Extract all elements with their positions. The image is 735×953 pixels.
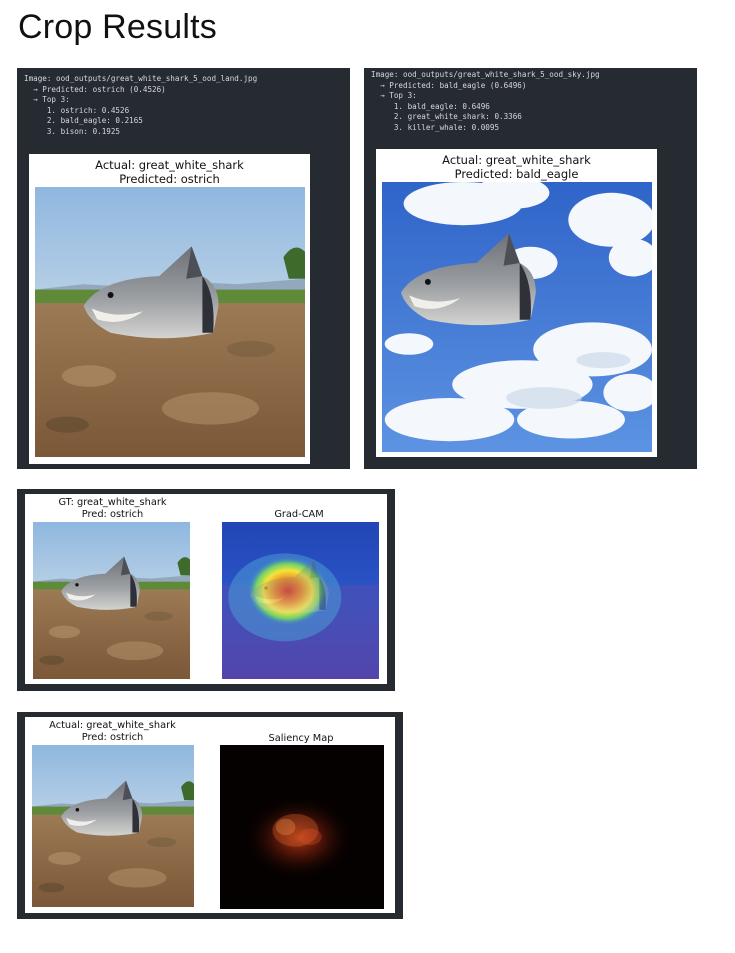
land-terminal-output: Image: ood_outputs/great_white_shark_5_o… — [24, 74, 257, 138]
term-line: Image: ood_outputs/great_white_shark_5_o… — [24, 74, 258, 83]
actual-label: Actual: great_white_shark — [95, 158, 244, 172]
page-title: Crop Results — [18, 8, 217, 46]
term-line: → Top 3: — [371, 91, 417, 101]
saliency-title: Saliency Map — [268, 733, 334, 744]
gradcam-title: Grad-CAM — [274, 509, 324, 520]
term-line: 3. bison: 0.1925 — [24, 126, 121, 136]
land-figure: Actual: great_white_shark Predicted: ost… — [29, 154, 310, 464]
saliency-panel: Actual: great_white_shark Pred: ostrich … — [17, 712, 403, 919]
land-result-panel: Image: ood_outputs/great_white_shark_5_o… — [17, 68, 350, 469]
pred-label: Pred: ostrich — [81, 509, 144, 520]
term-line: 2. bald_eagle: 0.2165 — [24, 116, 143, 126]
term-line: → Top 3: — [24, 95, 70, 105]
saliency-figure: Actual: great_white_shark Pred: ostrich … — [25, 717, 395, 913]
predicted-label: Predicted: ostrich — [119, 172, 220, 186]
gradcam-figure: GT: great_white_shark Pred: ostrich Grad… — [25, 494, 387, 684]
sky-figure: Actual: great_white_shark Predicted: bal… — [376, 149, 657, 457]
term-line: 1. bald_eagle: 0.6496 — [371, 101, 490, 111]
term-line: 1. ostrich: 0.4526 — [24, 105, 130, 115]
term-line: Image: ood_outputs/great_white_shark_5_o… — [371, 70, 600, 79]
predicted-label: Predicted: bald_eagle — [454, 167, 579, 181]
sky-shark-image — [382, 182, 652, 452]
land-shark-image — [35, 187, 305, 457]
original-image — [33, 522, 190, 679]
original-image — [32, 745, 194, 907]
actual-label: Actual: great_white_shark — [442, 153, 591, 167]
term-line: 2. great_white_shark: 0.3366 — [371, 112, 522, 122]
term-line: → Predicted: bald_eagle (0.6496) — [371, 80, 527, 90]
term-line: → Predicted: ostrich (0.4526) — [24, 84, 166, 94]
actual-label: Actual: great_white_shark — [49, 720, 176, 731]
sky-terminal-output: Image: ood_outputs/great_white_shark_5_o… — [371, 70, 600, 134]
saliency-map — [220, 745, 384, 909]
pred-label: Pred: ostrich — [81, 732, 144, 743]
term-line: 3. killer_whale: 0.0095 — [371, 122, 500, 132]
gt-label: GT: great_white_shark — [58, 497, 167, 508]
gradcam-panel: GT: great_white_shark Pred: ostrich Grad… — [17, 489, 395, 691]
gradcam-heatmap — [222, 522, 379, 679]
sky-result-panel: Image: ood_outputs/great_white_shark_5_o… — [364, 68, 697, 469]
